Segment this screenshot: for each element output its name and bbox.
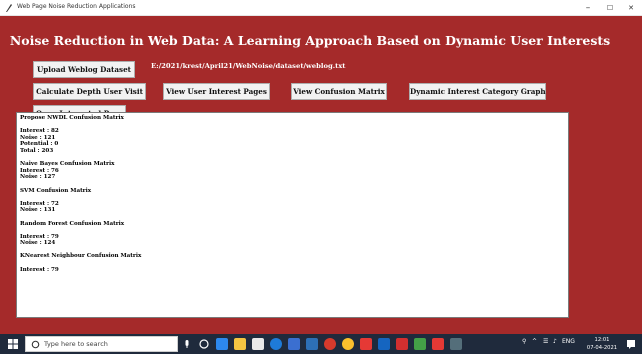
acrobat-icon[interactable] — [396, 338, 408, 350]
store-icon[interactable] — [252, 338, 264, 350]
output-line: Noise : 121 — [20, 134, 56, 141]
output-line: Interest : 72 — [20, 200, 59, 207]
tray-volume-icon[interactable]: ♪ — [553, 338, 557, 345]
upload-dataset-button[interactable]: Upload Weblog Dataset — [33, 61, 135, 78]
search-placeholder: Type here to search — [44, 340, 108, 348]
tray-chevron-up-icon[interactable]: ^ — [532, 338, 537, 345]
task-view-icon[interactable] — [198, 338, 210, 350]
output-line: Random Forest Confusion Matrix — [20, 220, 125, 227]
output-line: Potential : 0 — [20, 141, 59, 148]
output-line: Interest : 79 — [20, 266, 59, 273]
view-confusion-matrix-button[interactable]: View Confusion Matrix — [291, 83, 387, 100]
windows-start-icon[interactable] — [2, 334, 24, 354]
dataset-path-label: E:/2021/krest/April21/WebNoise/dataset/w… — [151, 62, 346, 70]
clock-date: 07-04-2021 — [586, 345, 618, 351]
output-line: KNearest Neighbour Confusion Matrix — [20, 253, 142, 260]
taskbar: Type here to search ⚲ ^ ☰ ♪ ENG 12:01 07… — [0, 334, 642, 354]
output-line: Naive Bayes Confusion Matrix — [20, 161, 115, 168]
app-heading: Noise Reduction in Web Data: A Learning … — [9, 33, 611, 48]
taskbar-app-icon[interactable] — [288, 338, 300, 350]
tray-network-icon[interactable]: ☰ — [543, 338, 548, 345]
tray-language[interactable]: ENG — [562, 338, 575, 345]
output-line: Noise : 131 — [20, 207, 56, 214]
output-line: Noise : 127 — [20, 174, 56, 181]
feather-icon — [6, 4, 12, 12]
tray-person-icon[interactable]: ⚲ — [522, 338, 526, 345]
category-graph-button[interactable]: Dynamic Interest Category Graph — [409, 83, 546, 100]
taskbar-app-icon[interactable] — [306, 338, 318, 350]
python-app-icon[interactable] — [450, 338, 462, 350]
file-explorer-icon[interactable] — [234, 338, 246, 350]
taskbar-app-icon[interactable] — [432, 338, 444, 350]
notification-icon[interactable] — [625, 338, 637, 350]
taskbar-app-icon[interactable] — [414, 338, 426, 350]
search-icon — [31, 340, 40, 349]
edge-icon[interactable] — [270, 338, 282, 350]
output-textarea[interactable]: Propose NWDL Confusion Matrix Interest :… — [16, 112, 569, 318]
calculate-depth-button[interactable]: Calculate Depth User Visit — [33, 83, 146, 100]
output-line: SVM Confusion Matrix — [20, 187, 92, 194]
taskbar-app-icon[interactable] — [360, 338, 372, 350]
close-button[interactable]: ✕ — [621, 0, 641, 16]
view-interest-pages-button[interactable]: View User Interest Pages — [163, 83, 270, 100]
taskbar-app-icon[interactable] — [324, 338, 336, 350]
output-line: Interest : 82 — [20, 128, 59, 135]
taskbar-clock[interactable]: 12:01 07-04-2021 — [584, 336, 620, 352]
chrome-icon[interactable] — [342, 338, 354, 350]
output-line: Noise : 124 — [20, 240, 56, 247]
output-line: Total : 203 — [20, 147, 54, 154]
window-titlebar: Web Page Noise Reduction Applications – … — [0, 0, 642, 16]
window-title: Web Page Noise Reduction Applications — [17, 3, 136, 10]
taskbar-app-icon[interactable] — [216, 338, 228, 350]
output-line: Propose NWDL Confusion Matrix — [20, 115, 124, 121]
taskbar-search-box[interactable]: Type here to search — [25, 336, 178, 352]
output-line: Interest : 76 — [20, 167, 59, 174]
clock-time: 12:01 — [594, 337, 610, 343]
microphone-icon[interactable] — [181, 338, 193, 350]
output-line: Interest : 79 — [20, 233, 59, 240]
minimize-button[interactable]: – — [578, 0, 598, 16]
taskbar-app-icon[interactable] — [378, 338, 390, 350]
maximize-button[interactable]: ☐ — [600, 0, 620, 16]
